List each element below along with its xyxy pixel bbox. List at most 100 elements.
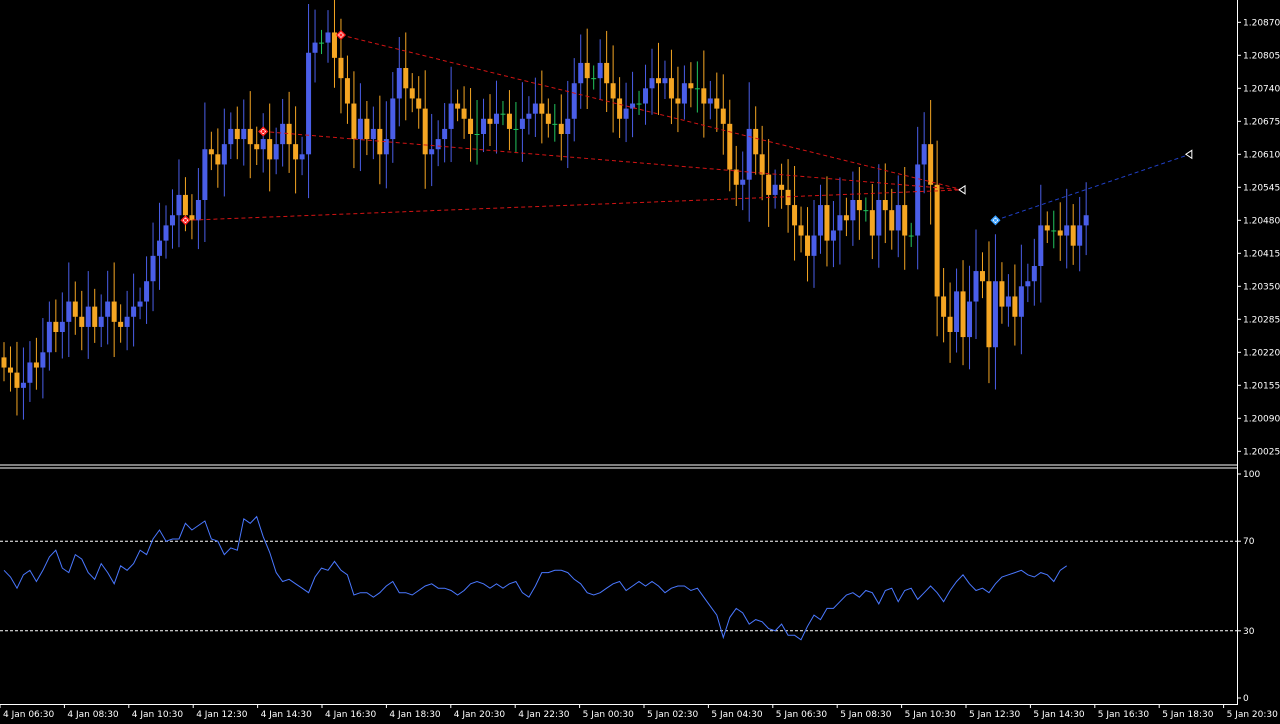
candle-body <box>461 108 467 119</box>
candle-body <box>558 123 564 134</box>
candle-body <box>338 57 344 79</box>
price-tick-label: 1.20545 <box>1243 183 1280 193</box>
price-tick-label: 1.20805 <box>1243 51 1280 61</box>
candle-body <box>869 210 875 236</box>
candle-body <box>254 144 260 150</box>
time-tick-label: 4 Jan 12:30 <box>196 710 248 720</box>
candle-body <box>422 108 428 155</box>
time-tick-label: 4 Jan 18:30 <box>389 710 441 720</box>
candle-body <box>377 128 383 155</box>
candle-body <box>1031 266 1037 282</box>
candle-body <box>798 225 804 236</box>
candle-body <box>817 205 823 236</box>
candle-body <box>967 301 973 338</box>
candle-body <box>837 215 843 231</box>
candle-body <box>370 128 376 140</box>
signal-triangle-marker <box>958 184 966 195</box>
price-tick-label: 1.20675 <box>1243 117 1280 127</box>
candle-body <box>331 32 337 58</box>
price-tick-label: 1.20740 <box>1243 84 1280 94</box>
candle-body <box>202 149 208 200</box>
candle-body <box>351 103 357 140</box>
candle-body <box>1025 281 1031 287</box>
candle-body <box>1083 215 1089 226</box>
candle-body <box>267 139 273 160</box>
candle-body <box>915 164 921 236</box>
candle-body <box>591 78 597 80</box>
candle-body <box>468 118 474 134</box>
candle-body <box>681 83 687 104</box>
candle-body <box>157 240 163 256</box>
candle-body <box>487 118 493 124</box>
oscillator-axis-labels: 100 70 30 0 <box>1237 470 1260 704</box>
candle-body <box>137 301 143 307</box>
candle-body <box>519 118 525 129</box>
candle-body <box>1077 225 1083 246</box>
candle-body <box>655 78 661 84</box>
candle-body <box>344 78 350 104</box>
candle-body <box>675 98 681 104</box>
price-tick-label: 1.20610 <box>1243 150 1280 160</box>
candle-body <box>986 281 992 348</box>
candle-body <box>364 118 370 140</box>
trend-line <box>263 130 964 191</box>
candle-body <box>766 174 772 195</box>
candle-body <box>740 179 746 185</box>
signal-diamond-dot <box>993 218 998 222</box>
candle-body <box>908 235 914 237</box>
candle-body <box>824 205 830 241</box>
candle-body <box>830 230 836 241</box>
candle-body <box>772 184 778 195</box>
time-tick-label: 5 Jan 18:30 <box>1162 710 1214 720</box>
trend-line <box>995 153 1191 221</box>
time-tick-label: 4 Jan 10:30 <box>132 710 184 720</box>
candle-body <box>409 88 415 99</box>
candle-body <box>792 205 798 226</box>
candle-body <box>319 42 325 44</box>
candle-body <box>610 83 616 99</box>
candle-body <box>40 352 46 368</box>
candle-body <box>72 301 78 317</box>
candle-body <box>260 139 266 150</box>
signal-diamond-dot <box>183 218 188 222</box>
candle-body <box>46 321 52 353</box>
candle-body <box>390 98 396 140</box>
candle-body <box>221 144 227 165</box>
time-tick-label: 4 Jan 06:30 <box>3 710 55 720</box>
candle-body <box>513 128 519 130</box>
candle-body <box>66 301 72 322</box>
price-tick-label: 1.20285 <box>1243 315 1280 325</box>
candle-body <box>941 296 947 317</box>
candle-body <box>889 210 895 231</box>
candle-body <box>85 306 91 327</box>
candle-body <box>856 200 862 211</box>
candle-body <box>954 291 960 332</box>
time-tick-label: 5 Jan 20:30 <box>1227 710 1279 720</box>
time-tick-label: 5 Jan 10:30 <box>905 710 957 720</box>
signal-diamond-dot <box>261 129 265 134</box>
candle-body <box>623 108 629 119</box>
candle-body <box>98 316 104 327</box>
candle-body <box>105 301 111 317</box>
candle-body <box>33 362 39 368</box>
candle-body <box>1 357 7 368</box>
price-tick-label: 1.20480 <box>1243 216 1280 226</box>
chart-canvas[interactable]: 1.20870 1.20805 1.20740 1.20675 1.20610 1.205… <box>0 0 1280 720</box>
candle-body <box>163 225 169 241</box>
price-tick-label: 1.20415 <box>1243 249 1280 259</box>
candle-body <box>584 62 590 79</box>
candle-body <box>759 154 765 175</box>
price-tick-label: 1.20220 <box>1243 348 1280 358</box>
time-tick-label: 5 Jan 08:30 <box>840 710 892 720</box>
time-tick-label: 4 Jan 20:30 <box>454 710 506 720</box>
time-tick-label: 4 Jan 22:30 <box>518 710 570 720</box>
candle-body <box>280 123 286 145</box>
candle-body <box>20 382 26 388</box>
candle-body <box>14 372 20 388</box>
candle-body <box>539 103 545 114</box>
candle-body <box>979 271 985 282</box>
time-tick-label: 4 Jan 16:30 <box>325 710 377 720</box>
candle-body <box>118 321 124 327</box>
candle-body <box>429 149 435 155</box>
candle-body <box>1038 225 1044 266</box>
